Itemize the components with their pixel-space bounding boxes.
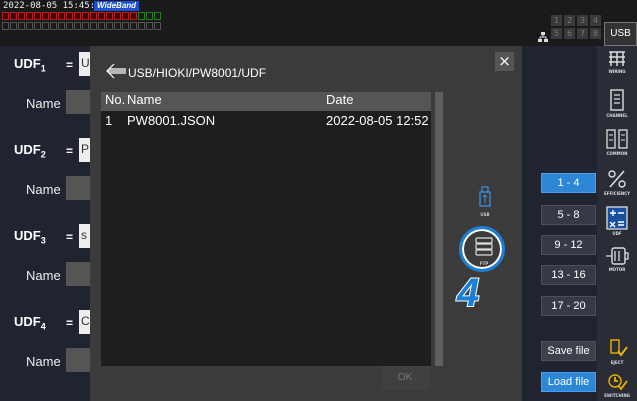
sidebar-item-efficiency[interactable]: EFFICIENCY [597, 168, 637, 196]
file-date: 2022-08-05 12:52 [326, 113, 429, 128]
step-callout: 4 [456, 270, 480, 316]
source-ftp-button[interactable]: FTP [468, 231, 500, 267]
sidebar-label: WIRING [608, 69, 626, 74]
sidebar-label: EJECT [610, 360, 624, 365]
channel-cell: 3 [577, 15, 588, 26]
eject-icon [610, 339, 628, 357]
back-arrow-icon[interactable] [105, 62, 127, 80]
udf-row: UDF3 = s Name [0, 218, 95, 304]
sidebar-item-eject[interactable]: EJECT [597, 339, 637, 365]
datetime: 2022-08-05 15:45:11 [3, 1, 106, 11]
channel-indicator-row [2, 12, 161, 20]
ftp-icon [475, 237, 493, 256]
sidebar-label: COMMON [606, 151, 628, 156]
sidebar-label: EFFICIENCY [603, 191, 631, 196]
udf-name-label: Name [26, 96, 61, 111]
load-file-button[interactable]: Load file [541, 372, 596, 392]
equals-sign: = [66, 230, 74, 244]
column-no: No. [105, 92, 126, 107]
udf-row: UDF1 = U Name [0, 46, 95, 132]
wiring-icon [609, 51, 625, 66]
switching-icon [608, 374, 628, 391]
save-file-button[interactable]: Save file [541, 341, 596, 361]
channel-grid: 1 2 3 4 5 6 7 8 [551, 15, 601, 39]
right-sidebar: WIRING CHANNEL COMMON EFFICIENCY UDF MOT… [597, 46, 637, 401]
channel-icon [610, 89, 624, 111]
sidebar-item-switching[interactable]: SWITCHING [597, 372, 637, 398]
channel-cell: 4 [590, 15, 601, 26]
udf-icon [606, 206, 628, 230]
ok-button[interactable]: OK [381, 366, 429, 390]
sidebar-item-wiring[interactable]: WIRING [597, 48, 637, 74]
udf-name-label: Name [26, 354, 61, 369]
file-no: 1 [105, 113, 113, 128]
folder-path: USB/HIOKI/PW8001/UDF [128, 66, 267, 80]
file-dialog: USB/HIOKI/PW8001/UDF × No. Name Date 1 P… [90, 46, 522, 401]
udf-row: UDF4 = C Name [0, 304, 95, 390]
common-icon [606, 129, 628, 149]
range-button-13-16[interactable]: 13 - 16 [541, 265, 596, 285]
source-label: FTP [479, 261, 489, 266]
channel-cell: 7 [577, 28, 588, 39]
column-name: Name [127, 92, 162, 107]
udf-name-label: Name [26, 268, 61, 283]
channel-cell: 2 [564, 15, 575, 26]
motor-icon [606, 247, 629, 265]
close-button[interactable]: × [495, 52, 514, 71]
range-button-5-8[interactable]: 5 - 8 [541, 205, 596, 225]
mode-badge: WideBand [94, 1, 140, 11]
source-label: USB [480, 212, 490, 217]
udf-label: UDF2 [14, 142, 46, 160]
channel-cell: 5 [551, 28, 562, 39]
udf-label: UDF3 [14, 228, 46, 246]
udf-row: UDF2 = P Name [0, 132, 95, 218]
channel-cell: 6 [564, 28, 575, 39]
udf-name-label: Name [26, 182, 61, 197]
channel-indicator-row [2, 22, 161, 30]
sidebar-label: MOTOR [608, 267, 626, 272]
udf-label: UDF1 [14, 56, 46, 74]
sidebar-item-common[interactable]: COMMON [597, 128, 637, 156]
sidebar-label: CHANNEL [606, 113, 628, 118]
file-list-header: No. Name Date [101, 92, 431, 111]
file-list: 1 PW8001.JSON 2022-08-05 12:52 [101, 111, 431, 366]
equals-sign: = [66, 144, 74, 158]
sidebar-label: SWITCHING [604, 393, 630, 398]
range-button-9-12[interactable]: 9 - 12 [541, 235, 596, 255]
file-row[interactable]: 1 PW8001.JSON 2022-08-05 12:52 [101, 113, 431, 131]
file-name: PW8001.JSON [127, 113, 216, 128]
scrollbar[interactable] [435, 92, 443, 366]
sidebar-item-udf[interactable]: UDF [597, 206, 637, 236]
column-date: Date [326, 92, 354, 107]
range-button-1-4[interactable]: 1 - 4 [541, 173, 596, 193]
status-bar: 2022-08-05 15:45:11 WideBand 1 2 3 4 5 6… [0, 0, 637, 46]
usb-icon [479, 186, 491, 207]
sidebar-label: UDF [612, 231, 622, 236]
network-icon [538, 32, 548, 42]
storage-tab-usb[interactable]: USB [604, 22, 637, 46]
sidebar-item-motor[interactable]: MOTOR [597, 246, 637, 272]
channel-cell: 1 [551, 15, 562, 26]
equals-sign: = [66, 316, 74, 330]
equals-sign: = [66, 58, 74, 72]
udf-label: UDF4 [14, 314, 46, 332]
sidebar-item-channel[interactable]: CHANNEL [597, 88, 637, 118]
channel-cell: 8 [590, 28, 601, 39]
range-button-17-20[interactable]: 17 - 20 [541, 296, 596, 316]
source-usb-button[interactable]: USB [475, 186, 495, 217]
efficiency-icon [608, 170, 626, 188]
